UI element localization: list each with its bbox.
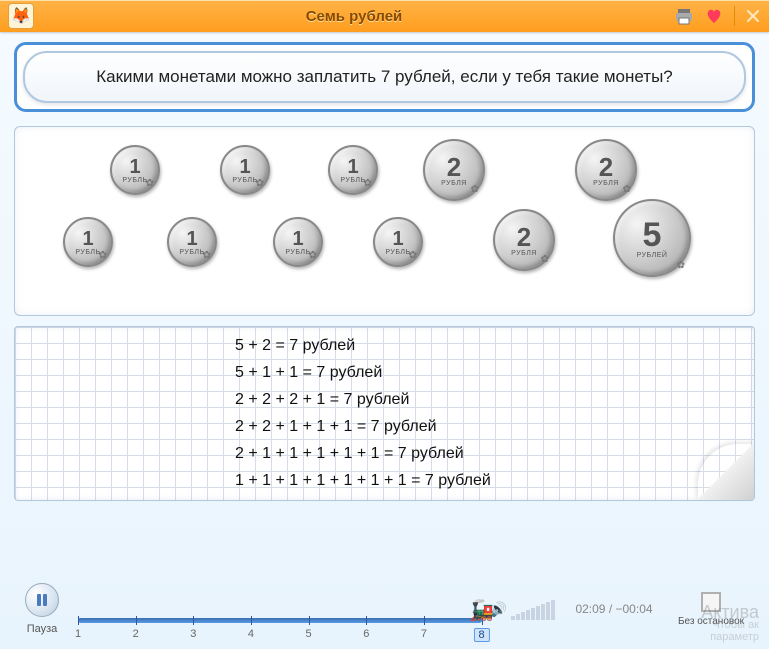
coin-2-ruble[interactable]: 2РУБЛЯ ✿ bbox=[575, 139, 637, 201]
coin-1-ruble[interactable]: 1РУБЛЬ✿ bbox=[373, 217, 423, 267]
close-icon[interactable] bbox=[745, 8, 761, 24]
answers-panel: 5 + 2 = 7 рублей 5 + 1 + 1 = 7 рублей 2 + … bbox=[14, 326, 755, 501]
coin-label: РУБЛЬ bbox=[340, 177, 365, 184]
equation-line: 2 + 2 + 1 + 1 + 1 = 7 рублей bbox=[235, 418, 744, 436]
footer: Пауза 12345678🚂 🔊 02:09 / −00:04 Без ост… bbox=[0, 569, 769, 649]
coin-label: РУБЛЕЙ bbox=[637, 252, 668, 259]
logo-glyph: 🦊 bbox=[11, 6, 31, 26]
coin-ornament-icon: ✿ bbox=[541, 254, 549, 265]
timeline-tick[interactable] bbox=[366, 616, 367, 625]
coin-ornament-icon: ✿ bbox=[409, 250, 417, 261]
stops-column: Без остановок bbox=[667, 592, 755, 627]
time-remaining: −00:04 bbox=[616, 602, 653, 616]
coin-value: 1 bbox=[292, 229, 303, 249]
coin-label: РУБЛЯ bbox=[441, 180, 467, 187]
coin-2-ruble[interactable]: 2РУБЛЯ ✿ bbox=[493, 209, 555, 271]
pause-column: Пауза bbox=[14, 583, 70, 635]
coin-1-ruble[interactable]: 1РУБЛЬ✿ bbox=[167, 217, 217, 267]
window-title: Семь рублей bbox=[34, 8, 674, 25]
time-display: 02:09 / −00:04 bbox=[569, 602, 659, 616]
coin-value: 1 bbox=[239, 157, 250, 177]
timeline-tick-label[interactable]: 1 bbox=[75, 628, 81, 640]
coin-1-ruble[interactable]: 1РУБЛЬ✿ bbox=[63, 217, 113, 267]
equation-line: 5 + 1 + 1 = 7 рублей bbox=[235, 364, 744, 382]
titlebar-right bbox=[674, 6, 761, 26]
coin-value: 2 bbox=[599, 154, 613, 180]
timeline-tick-label[interactable]: 5 bbox=[306, 628, 312, 640]
timeline-bar[interactable]: 12345678🚂 bbox=[78, 618, 482, 623]
timeline-tick-label[interactable]: 4 bbox=[248, 628, 254, 640]
coin-label: РУБЛЬ bbox=[122, 177, 147, 184]
stops-checkbox[interactable] bbox=[701, 592, 721, 612]
coin-value: 1 bbox=[392, 229, 403, 249]
coin-ornament-icon: ✿ bbox=[256, 178, 264, 189]
heart-icon[interactable] bbox=[704, 6, 724, 26]
coin-1-ruble[interactable]: 1РУБЛЬ✿ bbox=[328, 145, 378, 195]
coin-2-ruble[interactable]: 2РУБЛЯ ✿ bbox=[423, 139, 485, 201]
timeline-tick-label[interactable]: 3 bbox=[190, 628, 196, 640]
equation-line: 1 + 1 + 1 + 1 + 1 + 1 + 1 = 7 рублей bbox=[235, 472, 744, 490]
coin-label: РУБЛЬ bbox=[75, 249, 100, 256]
coin-1-ruble[interactable]: 1РУБЛЬ✿ bbox=[110, 145, 160, 195]
question-text: Какими монетами можно заплатить 7 рублей… bbox=[23, 51, 746, 103]
coin-label: РУБЛЬ bbox=[232, 177, 257, 184]
timeline-tick[interactable] bbox=[424, 616, 425, 625]
coin-value: 1 bbox=[347, 157, 358, 177]
coin-label: РУБЛЬ bbox=[179, 249, 204, 256]
equation-line: 2 + 1 + 1 + 1 + 1 + 1 = 7 рублей bbox=[235, 445, 744, 463]
coin-label: РУБЛЯ bbox=[511, 250, 537, 257]
coin-1-ruble[interactable]: 1РУБЛЬ✿ bbox=[273, 217, 323, 267]
coin-ornament-icon: ✿ bbox=[471, 184, 479, 195]
coin-ornament-icon: ✿ bbox=[146, 178, 154, 189]
coins-panel: 1РУБЛЬ✿1РУБЛЬ✿1РУБЛЬ✿2РУБЛЯ✿2РУБЛЯ✿1РУБЛ… bbox=[14, 126, 755, 316]
timeline-tick[interactable] bbox=[251, 616, 252, 625]
coin-value: 2 bbox=[517, 224, 531, 250]
coin-5-ruble[interactable]: 5РУБЛЕЙ ✿ bbox=[613, 199, 691, 277]
titlebar: 🦊 Семь рублей bbox=[0, 0, 769, 32]
pause-label: Пауза bbox=[14, 623, 70, 635]
coin-value: 2 bbox=[447, 154, 461, 180]
timeline-tick-label[interactable]: 8 bbox=[474, 628, 490, 642]
coin-ornament-icon: ✿ bbox=[203, 250, 211, 261]
timeline-tick[interactable] bbox=[309, 616, 310, 625]
coin-value: 5 bbox=[643, 218, 662, 252]
coin-ornament-icon: ✿ bbox=[364, 178, 372, 189]
coin-ornament-icon: ✿ bbox=[309, 250, 317, 261]
divider bbox=[734, 6, 735, 26]
timeline-tick-label[interactable]: 7 bbox=[421, 628, 427, 640]
pause-button[interactable] bbox=[25, 583, 59, 617]
coin-label: РУБЛЬ bbox=[385, 249, 410, 256]
train-icon: 🚂 bbox=[469, 598, 494, 623]
content: Какими монетами можно заплатить 7 рублей… bbox=[0, 32, 769, 501]
coin-value: 1 bbox=[82, 229, 93, 249]
timeline-tick[interactable] bbox=[78, 616, 79, 625]
print-icon[interactable] bbox=[674, 6, 694, 26]
coin-ornament-icon: ✿ bbox=[623, 184, 631, 195]
equation-line: 2 + 2 + 2 + 1 = 7 рублей bbox=[235, 391, 744, 409]
volume-bars[interactable] bbox=[511, 598, 555, 620]
question-container: Какими монетами можно заплатить 7 рублей… bbox=[14, 42, 755, 112]
coin-label: РУБЛЬ bbox=[285, 249, 310, 256]
coin-ornament-icon: ✿ bbox=[99, 250, 107, 261]
app-logo: 🦊 bbox=[8, 3, 34, 29]
stops-label: Без остановок bbox=[667, 616, 755, 627]
coin-ornament-icon: ✿ bbox=[677, 260, 685, 271]
timeline-tick-label[interactable]: 2 bbox=[133, 628, 139, 640]
time-separator: / bbox=[609, 602, 612, 616]
timeline[interactable]: 12345678🚂 bbox=[78, 596, 482, 623]
time-elapsed: 02:09 bbox=[575, 602, 605, 616]
coin-value: 1 bbox=[186, 229, 197, 249]
timeline-tick[interactable] bbox=[136, 616, 137, 625]
coin-1-ruble[interactable]: 1РУБЛЬ✿ bbox=[220, 145, 270, 195]
timeline-tick-label[interactable]: 6 bbox=[363, 628, 369, 640]
equation-line: 5 + 2 = 7 рублей bbox=[235, 337, 744, 355]
coin-value: 1 bbox=[129, 157, 140, 177]
coin-label: РУБЛЯ bbox=[593, 180, 619, 187]
timeline-tick[interactable] bbox=[193, 616, 194, 625]
